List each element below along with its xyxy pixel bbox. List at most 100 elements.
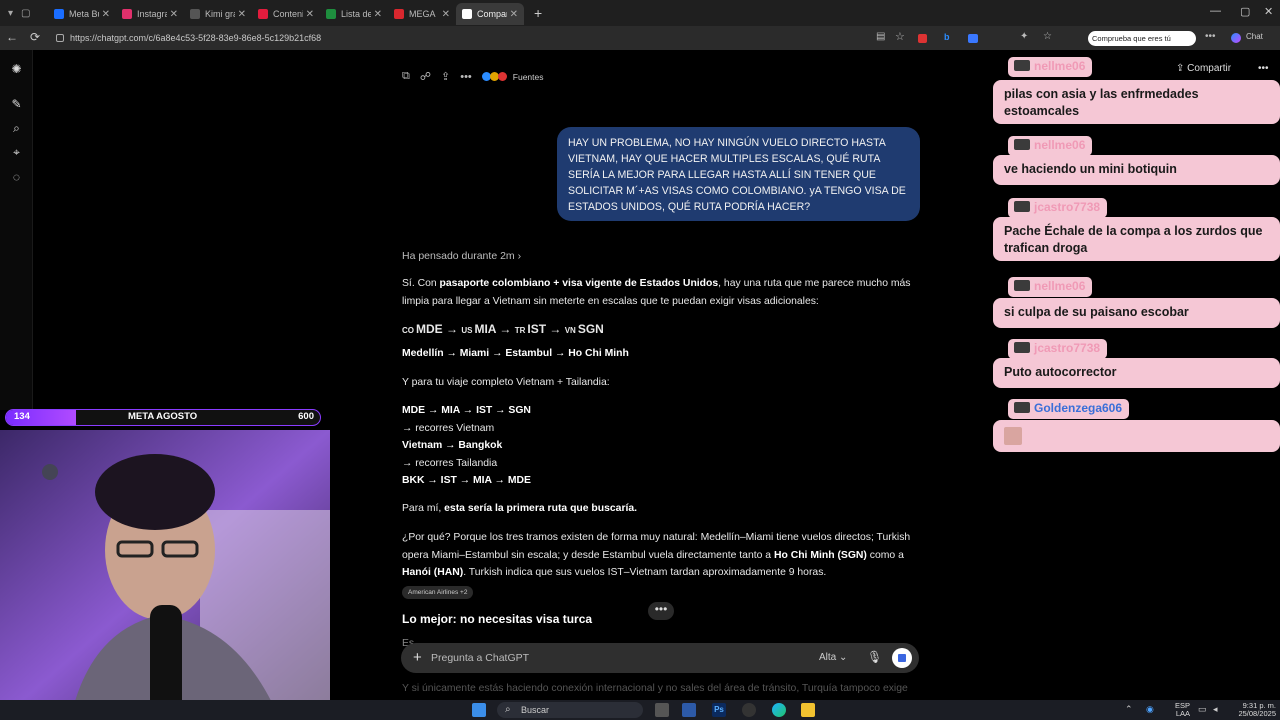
clock[interactable]: 9:31 p. m. 25/08/2025	[1228, 702, 1276, 718]
close-window-icon[interactable]: ✕	[1264, 5, 1273, 18]
username-text: Goldenzega606	[1034, 401, 1123, 415]
new-chat-icon[interactable]: ✎	[10, 98, 23, 111]
close-tab-icon[interactable]: ✕	[510, 9, 518, 20]
trip-line: BKK → IST → MIA → MDE	[402, 475, 531, 486]
browser-tab[interactable]: Compar ✕	[456, 3, 524, 25]
pin-icon[interactable]: ⌖	[10, 146, 23, 159]
goal-target: 600	[298, 411, 314, 422]
maximize-icon[interactable]: ▢	[1240, 5, 1250, 18]
share-button[interactable]: ⇪ Compartir	[1176, 63, 1231, 74]
collections-icon[interactable]: ☆	[1043, 31, 1052, 42]
tray-chevron-icon[interactable]: ⌃	[1125, 704, 1133, 715]
chat-conversation: ⧉ ☍ ⇪ ••• Fuentes HAY UN PROBLEMA, NO HA…	[330, 50, 990, 700]
user-badges-icon	[1014, 60, 1030, 71]
new-tab-icon[interactable]: +	[534, 5, 542, 21]
close-tab-icon[interactable]: ✕	[102, 9, 110, 20]
windows-start-icon[interactable]	[472, 703, 486, 717]
stop-generating-button[interactable]	[892, 648, 912, 668]
captcha-banner[interactable]: Comprueba que eres tú	[1088, 31, 1196, 46]
tab-strip: Meta Bu✕Instagram✕Kimi gra✕Contenid✕List…	[48, 1, 524, 25]
goal-progress-bar: 134 META AGOSTO 600	[5, 409, 321, 426]
copilot-icon[interactable]	[1231, 33, 1241, 43]
thumbs-icon[interactable]: ☍	[420, 70, 431, 83]
tab-favicon-icon	[258, 9, 268, 19]
chat-button[interactable]: Chat	[1246, 32, 1263, 41]
add-attachment-icon[interactable]: +	[413, 649, 422, 666]
task-view-icon[interactable]	[655, 703, 669, 717]
close-tab-icon[interactable]: ✕	[374, 9, 382, 20]
tab-favicon-icon	[190, 9, 200, 19]
browser-tab[interactable]: MEGA ✕	[388, 3, 456, 25]
close-tab-icon[interactable]: ✕	[170, 9, 178, 20]
browser-tab[interactable]: Instagram✕	[116, 3, 184, 25]
flag-us-icon: US	[461, 326, 473, 335]
edge-icon[interactable]	[772, 703, 786, 717]
taskbar-search[interactable]: ⌕ Buscar	[497, 702, 643, 718]
username-text: nellme06	[1034, 59, 1086, 73]
language-indicator[interactable]: ESP LAA	[1166, 702, 1190, 718]
sources-label: Fuentes	[512, 71, 544, 82]
user-badges-icon	[1014, 342, 1030, 353]
options-icon[interactable]: •••	[1258, 63, 1269, 74]
photoshop-icon[interactable]: Ps	[712, 703, 726, 717]
reader-icon[interactable]: ▤	[876, 31, 885, 42]
more-icon[interactable]: •••	[460, 71, 472, 83]
tab-favicon-icon	[54, 9, 64, 19]
workspaces-icon[interactable]: ▢	[21, 8, 30, 19]
share-icon[interactable]: ⇪	[441, 70, 450, 83]
copy-icon[interactable]: ⧉	[402, 70, 410, 83]
address-bar: ← ⟳ https://chatgpt.com/c/6a8e4c53-5f28-…	[0, 26, 1280, 50]
source-chip[interactable]: American Airlines +2	[402, 586, 474, 599]
mode-label: Alta	[819, 652, 837, 663]
obs-icon[interactable]	[742, 703, 756, 717]
message-toolbar: ⧉ ☍ ⇪ ••• Fuentes	[402, 70, 544, 83]
close-tab-icon[interactable]: ✕	[238, 9, 246, 20]
trip-line: → recorres Vietnam	[402, 422, 495, 434]
reload-icon[interactable]: ⟳	[30, 30, 40, 44]
openai-logo-icon[interactable]: ✺	[10, 63, 23, 76]
file-explorer-icon[interactable]	[801, 703, 815, 717]
favorite-star-icon[interactable]: ☆	[895, 30, 905, 43]
tab-actions[interactable]: ▾ ▢	[0, 8, 48, 19]
tab-menu-icon[interactable]: ▾	[8, 8, 13, 19]
browser-tab[interactable]: Contenid✕	[252, 3, 320, 25]
thought-label: Ha pensado durante 2m	[402, 250, 515, 262]
minimize-icon[interactable]: —	[1210, 5, 1221, 17]
chat-username: jcastro7738	[1008, 339, 1108, 359]
chat-bubble-icon[interactable]: ◌	[10, 171, 23, 184]
search-icon[interactable]: ⌕	[10, 122, 23, 135]
goal-label: META AGOSTO	[128, 411, 198, 422]
thought-duration[interactable]: Ha pensado durante 2m ›	[402, 250, 521, 262]
back-icon[interactable]: ←	[6, 30, 18, 44]
trip-lines: MDE → MIA → IST → SGN → recorres Vietnam V…	[402, 402, 922, 490]
extension-b-icon[interactable]: b	[944, 32, 950, 42]
extension-puzzle-icon[interactable]: ✦	[1020, 31, 1028, 42]
chat-message: si culpa de su paisano escobar	[993, 298, 1280, 328]
route-heading: CO MDE → US MIA → TR IST → VN SGN	[402, 322, 604, 336]
extension-red-icon[interactable]	[918, 34, 927, 43]
emote-image	[1004, 427, 1022, 445]
sources-button[interactable]: Fuentes	[481, 71, 544, 82]
close-tab-icon[interactable]: ✕	[306, 9, 314, 20]
browser-tab[interactable]: Lista de ✕	[320, 3, 388, 25]
browser-tab[interactable]: Meta Bu✕	[48, 3, 116, 25]
network-icon[interactable]: ▭	[1198, 704, 1207, 715]
app-icon[interactable]	[682, 703, 696, 717]
volume-icon[interactable]: ◂	[1213, 704, 1218, 715]
close-tab-icon[interactable]: ✕	[442, 9, 450, 20]
tray-app-icon[interactable]: ◉	[1146, 704, 1154, 715]
flag-tr-icon: TR	[514, 326, 526, 335]
webcam-feed	[0, 430, 330, 720]
prompt-input[interactable]	[431, 648, 791, 668]
microphone-icon[interactable]: 🎙	[867, 650, 882, 664]
model-mode-select[interactable]: Alta ⌄	[819, 652, 847, 663]
site-info-icon[interactable]	[56, 34, 64, 42]
browser-tab[interactable]: Kimi gra✕	[184, 3, 252, 25]
browser-tab-bar: ▾▢ Meta Bu✕Instagram✕Kimi gra✕Contenid✕L…	[0, 0, 1280, 26]
stop-icon	[898, 654, 906, 662]
more-menu-icon[interactable]: •••	[1205, 31, 1216, 42]
extension-blue-icon[interactable]	[968, 34, 978, 43]
chat-username: nellme06	[1008, 277, 1093, 297]
answer-paragraph-intro: Sí. Con pasaporte colombiano + visa vige…	[402, 278, 911, 307]
scroll-more-button[interactable]: •••	[648, 602, 674, 620]
